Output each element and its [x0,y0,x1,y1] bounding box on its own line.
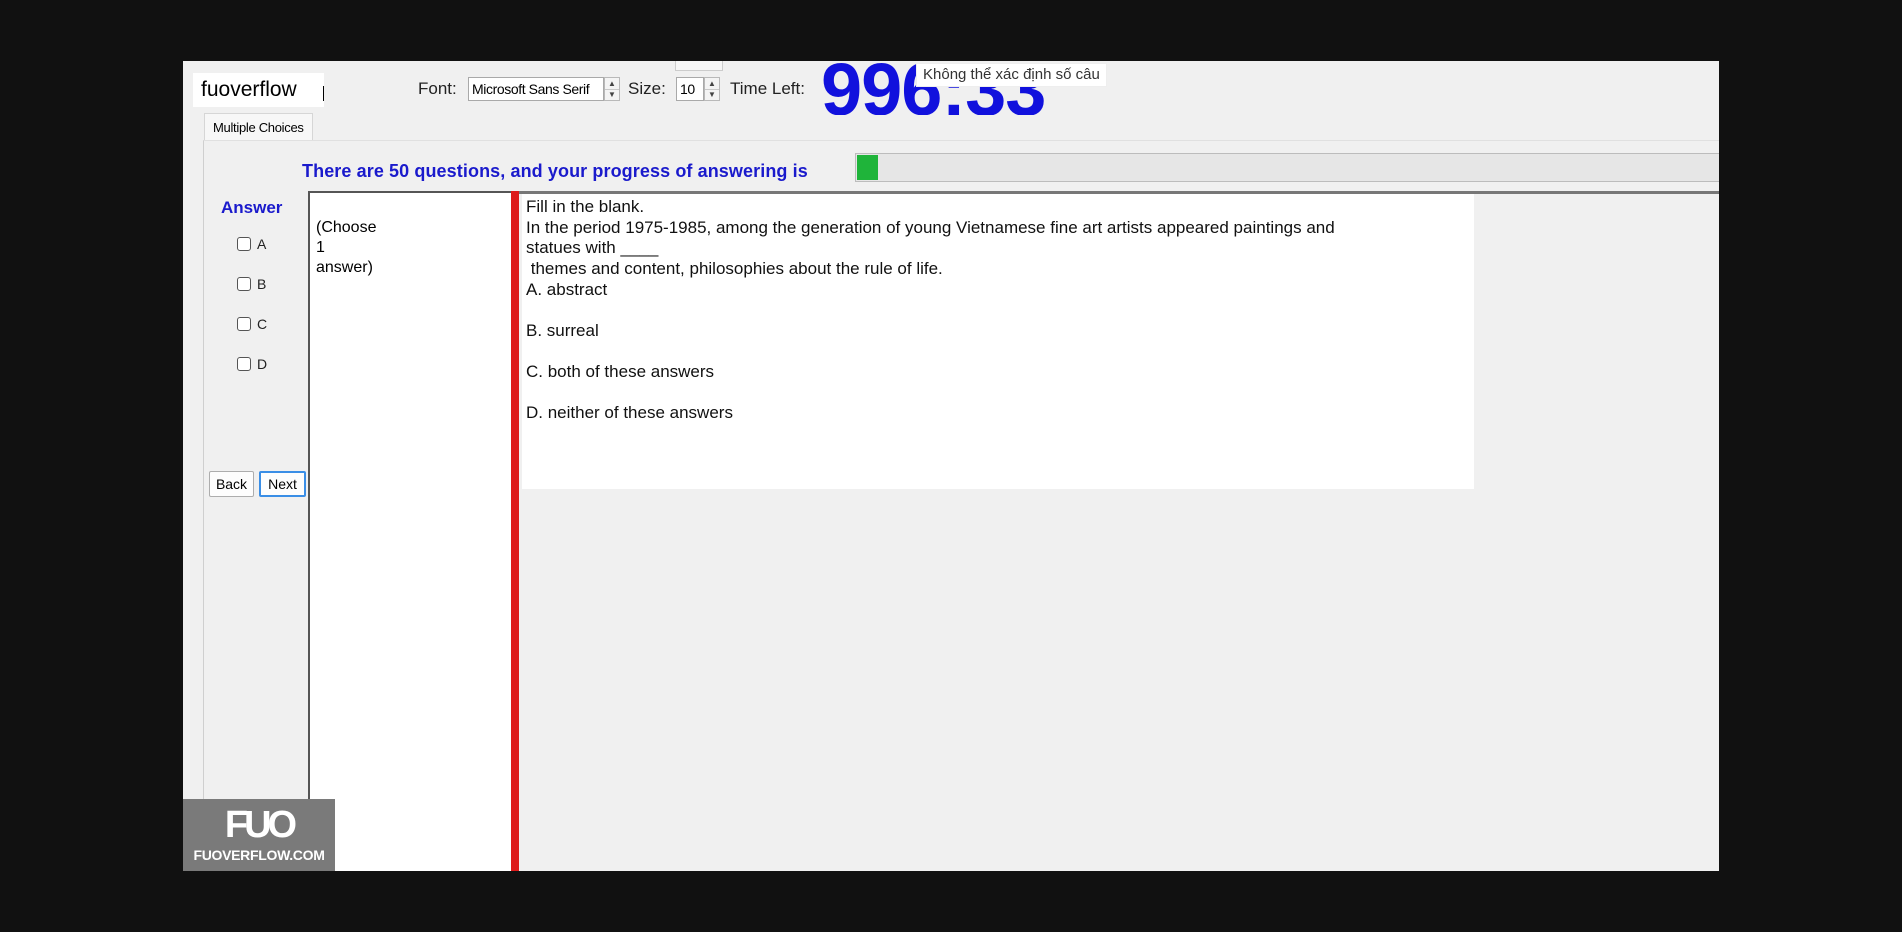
next-button[interactable]: Next [259,471,306,497]
answer-choice-b: B. surreal [526,321,599,340]
progress-text: There are 50 questions, and your progres… [302,161,808,181]
spin-down-icon[interactable]: ▼ [705,89,719,100]
font-select[interactable]: Microsoft Sans Serif [468,77,604,101]
question-text: Fill in the blank. In the period 1975-19… [526,197,1335,279]
size-spinner[interactable]: ▲ ▼ [704,77,720,101]
answer-choice-a: A. abstract [526,280,608,299]
checkbox[interactable] [237,237,251,251]
answer-option-d[interactable]: D [237,354,267,374]
size-label: Size: [628,79,666,98]
watermark-url: FUOVERFLOW.COM [193,847,325,863]
size-input-value: 10 [680,81,695,97]
watermark-logo: FUO FUOVERFLOW.COM [183,799,335,871]
exam-window: fuoverflow Font: Microsoft Sans Serif ▲ … [183,61,1719,871]
font-label: Font: [418,79,457,98]
spin-down-icon[interactable]: ▼ [605,89,619,100]
watermark-logo-mark: FUO [224,804,297,846]
answer-option-c[interactable]: C [237,314,267,334]
checkbox[interactable] [237,357,251,371]
hint-line: 1 [316,239,325,256]
text-caret [323,86,324,101]
answer-option-label: B [257,276,267,292]
hidden-control-edge [675,61,723,71]
brand-label-box: fuoverflow [193,73,324,107]
answer-option-label: C [257,316,268,332]
answer-choice-d: D. neither of these answers [526,403,733,422]
brand-text: fuoverflow [201,78,297,101]
font-spinner[interactable]: ▲ ▼ [604,77,620,101]
answer-choice-c: C. both of these answers [526,362,715,381]
question-list-panel [308,191,516,871]
answer-option-label: A [257,236,267,252]
question-line: In the period 1975-1985, among the gener… [526,217,1335,237]
question-line: statues with ____ [526,238,659,257]
hint-line: (Choose [316,219,377,236]
question-panel: Fill in the blank. In the period 1975-19… [522,194,1474,489]
time-left-label: Time Left: [730,79,805,98]
panel-splitter[interactable] [511,191,519,871]
question-list-hint: (Choose 1 answer) [316,218,396,278]
font-select-value: Microsoft Sans Serif [472,81,590,97]
tooltip: Không thể xác định số câu [916,63,1107,87]
answer-option-b[interactable]: B [237,274,266,294]
back-button[interactable]: Back [209,471,254,497]
size-input[interactable]: 10 [676,77,704,101]
checkbox[interactable] [237,317,251,331]
checkbox[interactable] [237,277,251,291]
answer-option-label: D [257,356,268,372]
tab-multiple-choices[interactable]: Multiple Choices [204,113,313,141]
answer-heading: Answer [221,198,283,217]
hint-line: answer) [316,259,373,276]
answer-option-a[interactable]: A [237,234,266,254]
question-line: Fill in the blank. [526,197,645,216]
progress-bar [855,153,1719,182]
progress-bar-fill [857,155,878,180]
question-line: themes and content, philosophies about t… [526,258,943,278]
